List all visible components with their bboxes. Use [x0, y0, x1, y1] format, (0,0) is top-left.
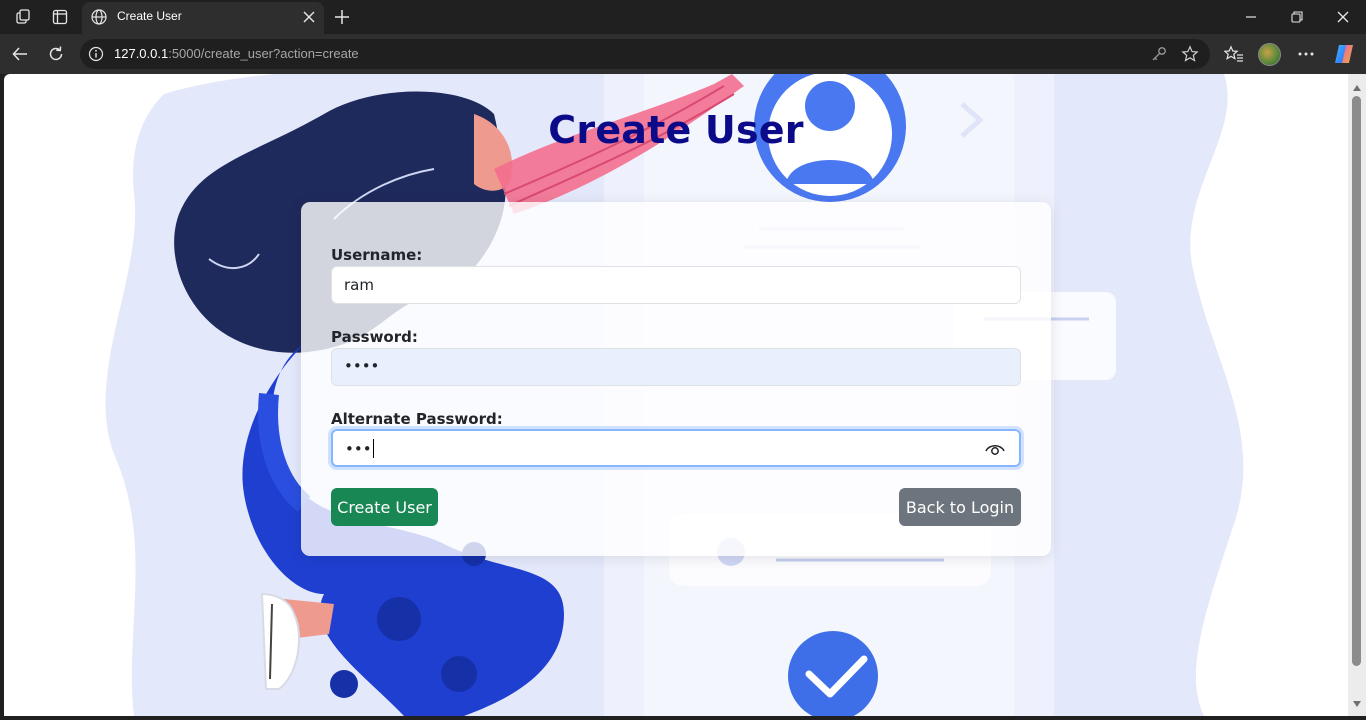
password-mask: •••• — [344, 357, 380, 375]
close-window-icon[interactable] — [1320, 0, 1366, 34]
workspaces-icon[interactable] — [12, 6, 36, 28]
scroll-up-icon[interactable] — [1351, 82, 1363, 94]
url-text: 127.0.0.1:5000/create_user?action=create — [114, 46, 359, 61]
tab-title: Create User — [117, 9, 182, 23]
minimize-icon[interactable] — [1228, 0, 1274, 34]
favorites-icon[interactable] — [1221, 42, 1247, 66]
restore-icon[interactable] — [1274, 0, 1320, 34]
username-input[interactable]: ram — [331, 266, 1021, 304]
tab-actions-icon[interactable] — [48, 6, 72, 28]
page-viewport: Create User Username: ram Password: ••••… — [4, 74, 1348, 716]
eye-icon[interactable] — [985, 441, 1005, 460]
alternate-password-mask: ••• — [345, 440, 372, 458]
password-input[interactable]: •••• — [331, 348, 1021, 386]
browser-toolbar: 127.0.0.1:5000/create_user?action=create — [0, 34, 1366, 74]
username-value: ram — [344, 276, 374, 294]
active-tab[interactable]: Create User — [82, 2, 324, 34]
info-icon[interactable] — [88, 46, 104, 66]
username-label: Username: — [331, 246, 423, 264]
scroll-down-icon[interactable] — [1351, 698, 1363, 710]
back-to-login-button[interactable]: Back to Login — [899, 488, 1021, 526]
create-user-card: Username: ram Password: •••• Alternate P… — [301, 202, 1051, 556]
globe-icon — [90, 8, 108, 30]
star-icon[interactable] — [1181, 45, 1199, 67]
back-arrow-icon[interactable] — [6, 41, 34, 67]
plus-icon[interactable] — [330, 6, 354, 28]
avatar[interactable] — [1258, 43, 1281, 66]
key-icon[interactable] — [1150, 45, 1168, 67]
title-bar: Create User — [0, 0, 1366, 34]
alternate-password-input[interactable]: ••• — [331, 429, 1021, 467]
close-icon[interactable] — [302, 9, 316, 28]
address-bar[interactable]: 127.0.0.1:5000/create_user?action=create — [80, 39, 1210, 69]
alternate-password-field: ••• — [345, 439, 374, 458]
url-path: :5000/create_user?action=create — [168, 46, 359, 61]
more-icon[interactable] — [1293, 42, 1319, 66]
page-title: Create User — [548, 108, 804, 152]
text-caret — [372, 439, 374, 458]
refresh-icon[interactable] — [42, 41, 70, 67]
create-user-button[interactable]: Create User — [331, 488, 438, 526]
scrollbar-thumb[interactable] — [1352, 96, 1361, 666]
url-host: 127.0.0.1 — [114, 46, 169, 61]
window-bottom-border — [0, 716, 1366, 720]
copilot-icon[interactable] — [1332, 42, 1356, 66]
alternate-password-label: Alternate Password: — [331, 410, 503, 428]
password-label: Password: — [331, 328, 418, 346]
